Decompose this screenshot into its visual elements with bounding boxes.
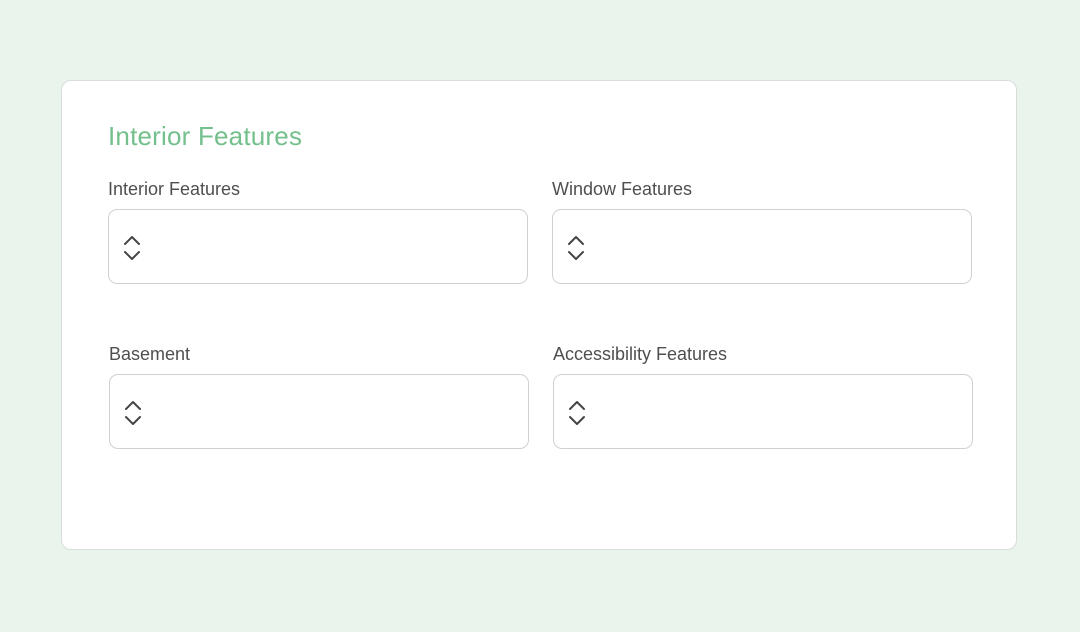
updown-chevron-icon [122,399,144,427]
window-features-select[interactable] [552,209,972,284]
accessibility-features-select[interactable] [553,374,973,449]
updown-chevron-icon [565,234,587,262]
section-title: Interior Features [108,121,303,151]
window-features-field: Window Features [552,178,972,284]
basement-select[interactable] [109,374,529,449]
accessibility-features-field: Accessibility Features [553,343,973,449]
interior-features-card: Interior Features Interior Features Wind… [61,80,1017,550]
interior-features-select[interactable] [108,209,528,284]
accessibility-features-label: Accessibility Features [553,344,728,364]
updown-chevron-icon [566,399,588,427]
interior-features-label: Interior Features [108,179,241,199]
window-features-label: Window Features [552,179,693,199]
basement-label: Basement [109,344,191,364]
updown-chevron-icon [121,234,143,262]
interior-features-field: Interior Features [108,178,528,284]
basement-field: Basement [109,343,529,449]
